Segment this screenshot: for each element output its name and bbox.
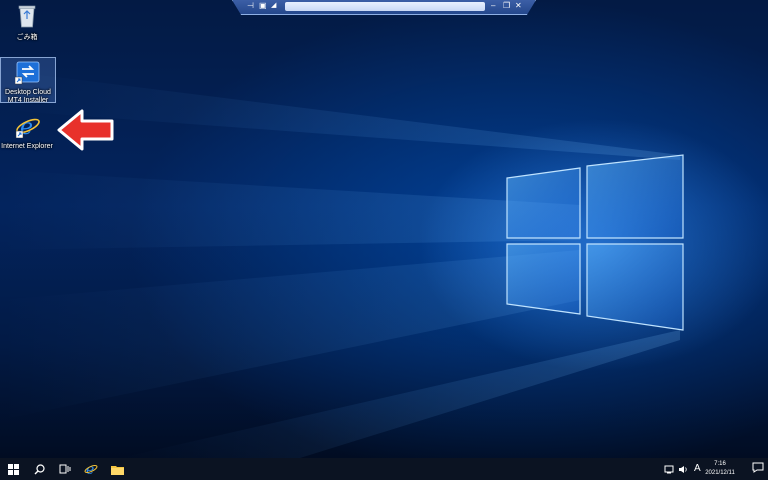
pin-icon[interactable]: ⊣ [247,1,254,10]
svg-text:e: e [86,462,94,476]
task-view-button[interactable] [52,458,78,480]
desktop-wallpaper: ごみ箱 Desktop Cloud MT4 Installer e Intern… [0,0,768,458]
restore-icon[interactable]: ❐ [503,1,510,10]
lock-icon: ▣ [259,1,267,10]
windows-logo-icon [7,463,19,475]
red-arrow-annotation [57,109,114,151]
recycle-bin-shortcut[interactable]: ごみ箱 [0,3,54,42]
folder-icon [110,465,124,475]
internet-explorer-taskbar-icon: e [84,462,98,476]
taskbar: e A 7:16 2021/12/11 [0,458,768,480]
minimize-icon[interactable]: ‒ [491,1,495,10]
volume-icon[interactable] [678,465,688,474]
remote-desktop-title-field [285,2,485,11]
internet-explorer-label: Internet Explorer [1,143,53,150]
taskbar-clock[interactable]: 7:16 2021/12/11 [694,460,746,478]
remote-desktop-bar[interactable]: ⊣ ▣ ◢ ‒ ❐ ✕ [232,0,536,15]
start-button[interactable] [0,458,26,480]
mt4-installer-label-line2: MT4 Installer [7,97,49,104]
clock-date: 2021/12/11 [705,470,735,476]
recycle-bin-icon [18,5,36,28]
network-icon[interactable] [664,465,674,474]
search-button[interactable] [26,458,52,480]
system-tray [664,458,688,480]
signal-icon: ◢ [271,2,277,9]
internet-explorer-shortcut[interactable]: e Internet Explorer [0,114,54,151]
close-icon[interactable]: ✕ [515,1,522,10]
mt4-installer-shortcut[interactable]: Desktop Cloud MT4 Installer [0,57,56,104]
clock-time: 7:16 [714,461,726,467]
internet-explorer-icon: e [15,115,40,140]
mt4-installer-label-line1: Desktop Cloud [5,89,51,96]
mt4-installer-icon [14,61,40,85]
task-view-icon [59,464,71,474]
wallpaper-light-beams [0,70,684,458]
taskbar-file-explorer[interactable] [104,458,130,480]
recycle-bin-label: ごみ箱 [16,34,38,41]
taskbar-internet-explorer[interactable]: e [78,458,104,480]
action-center-icon[interactable] [752,462,764,473]
search-icon [34,463,45,474]
